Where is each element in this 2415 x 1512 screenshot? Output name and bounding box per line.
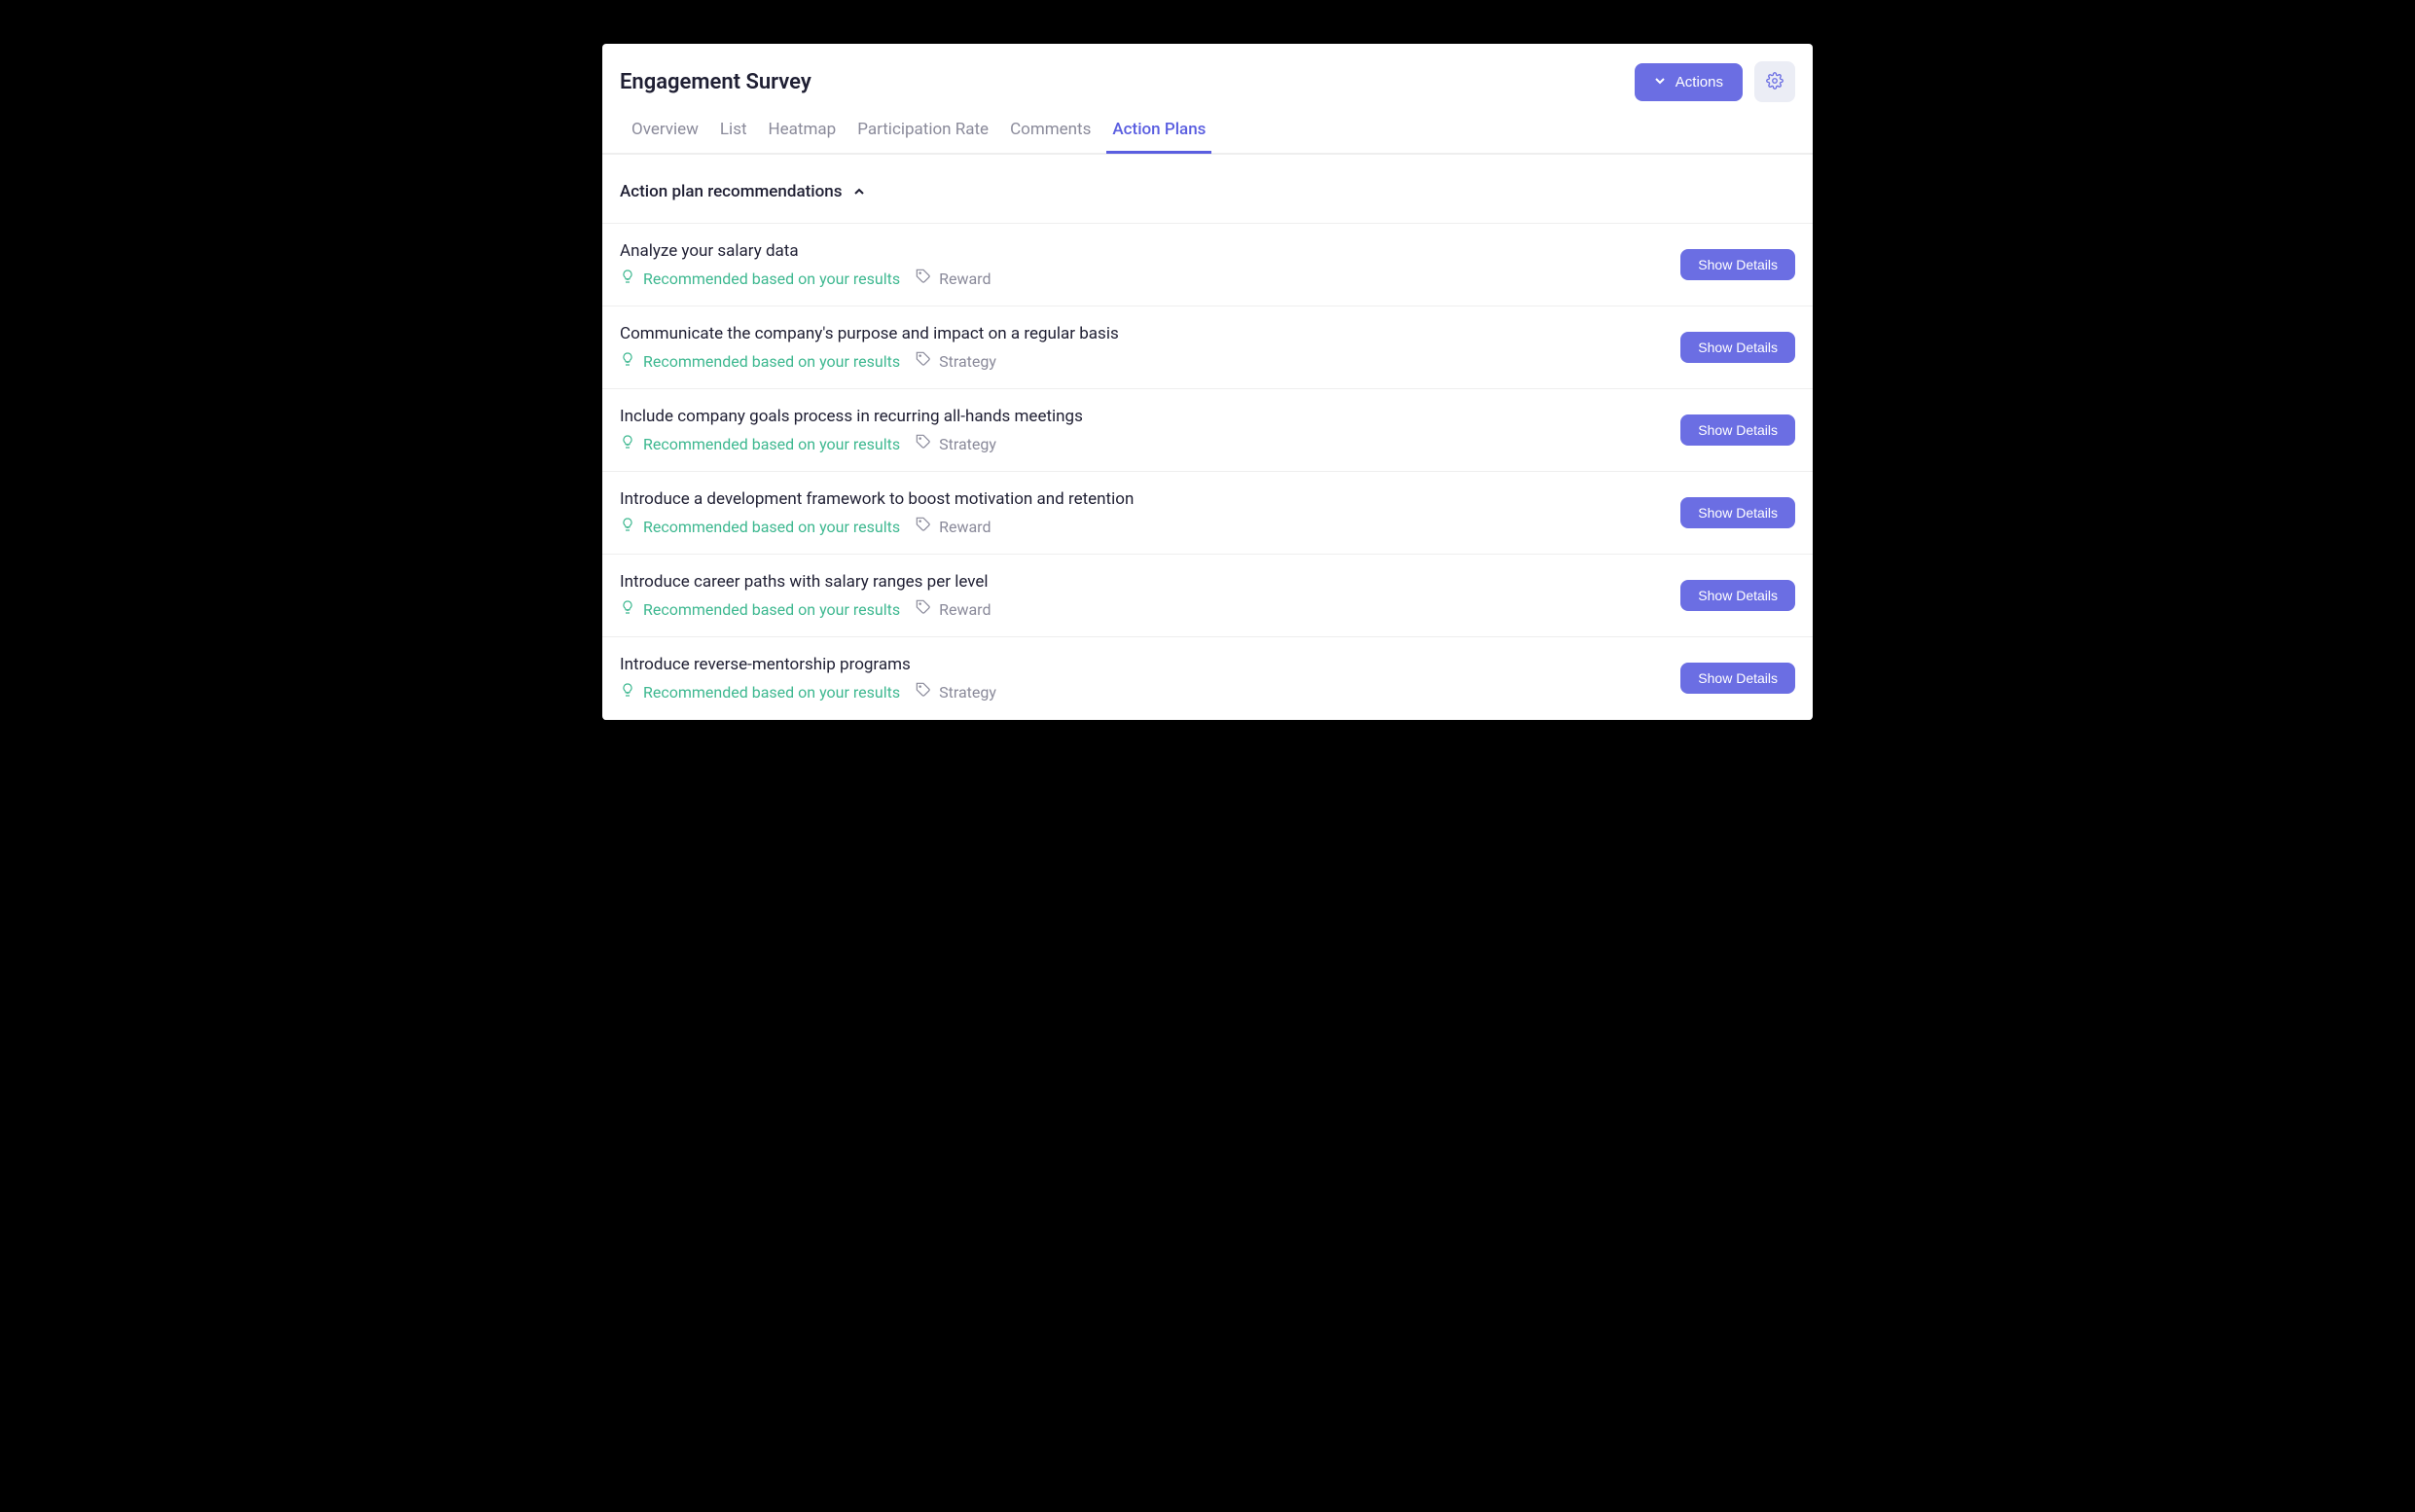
recommendation-meta: Recommended based on your results Strateg… xyxy=(620,682,996,702)
recommendation-reason-text: Recommended based on your results xyxy=(643,435,900,453)
header-actions: Actions xyxy=(1635,61,1795,102)
tab-overview[interactable]: Overview xyxy=(631,120,699,153)
section-toggle[interactable]: Action plan recommendations xyxy=(602,161,1813,224)
recommendations-list: Analyze your salary data Recommended base… xyxy=(602,224,1813,720)
tab-heatmap[interactable]: Heatmap xyxy=(769,120,837,153)
lightbulb-icon xyxy=(620,434,635,453)
show-details-button[interactable]: Show Details xyxy=(1680,414,1795,446)
recommendation-category: Strategy xyxy=(916,434,996,453)
show-details-button[interactable]: Show Details xyxy=(1680,332,1795,363)
recommendation-content: Introduce career paths with salary range… xyxy=(620,572,991,619)
app-window: Engagement Survey Actions Overview List He… xyxy=(602,44,1813,720)
recommendation-category-text: Reward xyxy=(939,518,991,536)
recommendation-row: Include company goals process in recurri… xyxy=(602,389,1813,472)
recommendation-meta: Recommended based on your results Reward xyxy=(620,599,991,619)
recommendation-meta: Recommended based on your results Strateg… xyxy=(620,351,1119,371)
recommendation-category: Strategy xyxy=(916,351,996,371)
tab-comments[interactable]: Comments xyxy=(1010,120,1091,153)
recommendation-reason: Recommended based on your results xyxy=(620,269,900,288)
show-details-button[interactable]: Show Details xyxy=(1680,663,1795,694)
recommendation-content: Introduce a development framework to boo… xyxy=(620,489,1134,536)
page-title: Engagement Survey xyxy=(620,70,811,94)
actions-dropdown-button[interactable]: Actions xyxy=(1635,63,1743,101)
recommendation-title: Analyze your salary data xyxy=(620,241,991,261)
recommendation-title: Introduce career paths with salary range… xyxy=(620,572,991,592)
recommendation-content: Analyze your salary data Recommended base… xyxy=(620,241,991,288)
tabs-bar: Overview List Heatmap Participation Rate Com… xyxy=(602,102,1813,155)
recommendation-row: Introduce career paths with salary range… xyxy=(602,555,1813,637)
recommendation-row: Analyze your salary data Recommended base… xyxy=(602,224,1813,306)
recommendation-category: Reward xyxy=(916,517,991,536)
recommendation-row: Communicate the company's purpose and im… xyxy=(602,306,1813,389)
recommendation-title: Communicate the company's purpose and im… xyxy=(620,324,1119,343)
recommendation-content: Introduce reverse-mentorship programs Rec… xyxy=(620,655,996,702)
show-details-button[interactable]: Show Details xyxy=(1680,580,1795,611)
tag-icon xyxy=(916,351,931,371)
tag-icon xyxy=(916,269,931,288)
tab-list[interactable]: List xyxy=(720,120,747,153)
recommendation-title: Include company goals process in recurri… xyxy=(620,407,1083,426)
tag-icon xyxy=(916,682,931,702)
recommendation-category-text: Strategy xyxy=(939,352,996,371)
recommendation-category-text: Reward xyxy=(939,270,991,288)
show-details-button[interactable]: Show Details xyxy=(1680,497,1795,528)
recommendation-category: Reward xyxy=(916,599,991,619)
chevron-up-icon xyxy=(853,183,865,201)
recommendation-category: Strategy xyxy=(916,682,996,702)
recommendation-reason-text: Recommended based on your results xyxy=(643,683,900,702)
actions-label: Actions xyxy=(1676,74,1723,90)
recommendation-row: Introduce a development framework to boo… xyxy=(602,472,1813,555)
lightbulb-icon xyxy=(620,269,635,288)
section-title: Action plan recommendations xyxy=(620,182,842,201)
lightbulb-icon xyxy=(620,682,635,702)
recommendation-category: Reward xyxy=(916,269,991,288)
gear-icon xyxy=(1766,72,1784,92)
tab-participation-rate[interactable]: Participation Rate xyxy=(857,120,989,153)
header: Engagement Survey Actions xyxy=(602,44,1813,102)
recommendation-meta: Recommended based on your results Reward xyxy=(620,517,1134,536)
recommendation-title: Introduce reverse-mentorship programs xyxy=(620,655,996,674)
recommendation-meta: Recommended based on your results Reward xyxy=(620,269,991,288)
tag-icon xyxy=(916,599,931,619)
show-details-button[interactable]: Show Details xyxy=(1680,249,1795,280)
recommendation-reason-text: Recommended based on your results xyxy=(643,518,900,536)
lightbulb-icon xyxy=(620,517,635,536)
recommendation-title: Introduce a development framework to boo… xyxy=(620,489,1134,509)
recommendation-reason-text: Recommended based on your results xyxy=(643,270,900,288)
recommendation-content: Communicate the company's purpose and im… xyxy=(620,324,1119,371)
recommendation-category-text: Strategy xyxy=(939,683,996,702)
recommendation-meta: Recommended based on your results Strateg… xyxy=(620,434,1083,453)
recommendation-reason: Recommended based on your results xyxy=(620,517,900,536)
tag-icon xyxy=(916,517,931,536)
tag-icon xyxy=(916,434,931,453)
recommendation-category-text: Strategy xyxy=(939,435,996,453)
lightbulb-icon xyxy=(620,599,635,619)
recommendation-reason-text: Recommended based on your results xyxy=(643,352,900,371)
recommendation-reason: Recommended based on your results xyxy=(620,599,900,619)
lightbulb-icon xyxy=(620,351,635,371)
recommendation-reason: Recommended based on your results xyxy=(620,434,900,453)
recommendation-category-text: Reward xyxy=(939,600,991,619)
recommendation-reason: Recommended based on your results xyxy=(620,682,900,702)
recommendation-reason-text: Recommended based on your results xyxy=(643,600,900,619)
chevron-down-icon xyxy=(1654,74,1666,90)
tab-action-plans[interactable]: Action Plans xyxy=(1112,120,1206,153)
recommendation-content: Include company goals process in recurri… xyxy=(620,407,1083,453)
settings-button[interactable] xyxy=(1754,61,1795,102)
recommendation-row: Introduce reverse-mentorship programs Rec… xyxy=(602,637,1813,720)
recommendation-reason: Recommended based on your results xyxy=(620,351,900,371)
